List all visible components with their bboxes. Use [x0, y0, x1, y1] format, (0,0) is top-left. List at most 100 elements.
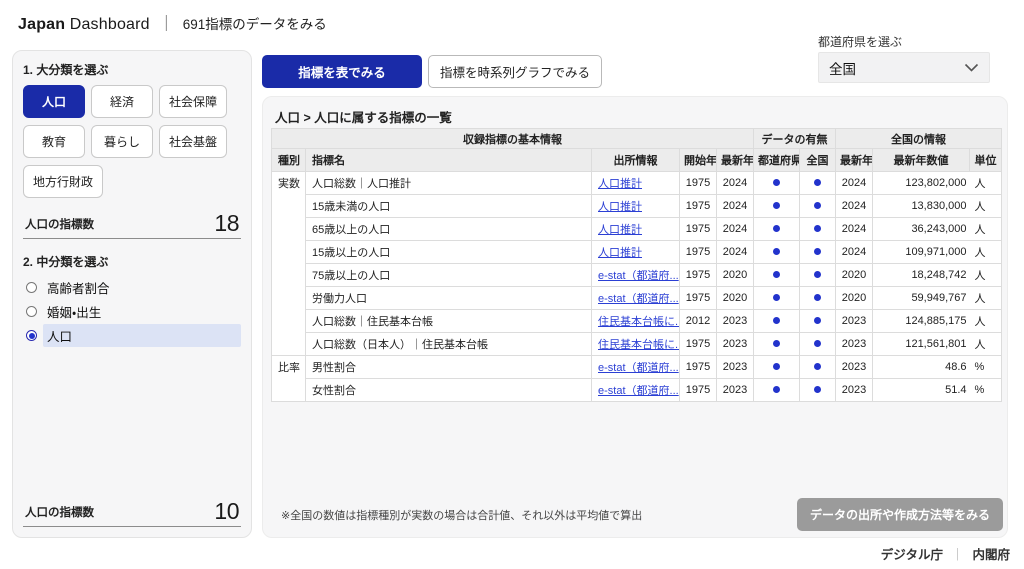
count-value: 18: [214, 212, 239, 235]
main-panel: 人口 > 人口に属する指標の一覧 収録指標の基本情報 データの有無 全国の情報 …: [262, 96, 1008, 538]
source-cell: e-stat（都道府...: [592, 264, 680, 287]
source-link[interactable]: e-stat（都道府...: [598, 293, 679, 305]
source-link[interactable]: e-stat（都道府...: [598, 385, 679, 397]
national-availability-cell: [800, 172, 836, 195]
radio-icon: [26, 330, 37, 341]
table-column-header-row: 種別 指標名 出所情報 開始年 最新年 都道府県 全国 最新年 最新年数値 単位: [272, 149, 1002, 172]
view-tabs: 指標を表でみる 指標を時系列グラフでみる: [262, 55, 602, 88]
prefecture-availability-cell: [754, 379, 800, 402]
national-availability-cell: [800, 310, 836, 333]
brand-name-regular: Dashboard: [70, 16, 150, 33]
latest-value-cell: 109,971,000: [873, 241, 970, 264]
subcategory-radio-高齢者割合[interactable]: 高齢者割合: [23, 277, 241, 298]
national-latest-year-cell: 2023: [836, 379, 873, 402]
major-category-section-label: 1. 大分類を選ぶ: [23, 61, 241, 78]
source-link[interactable]: 住民基本台帳に...: [598, 316, 680, 328]
national-availability-cell: [800, 356, 836, 379]
prefecture-availability-cell: [754, 310, 800, 333]
subcategory-label: 婚姻・出生: [43, 300, 241, 323]
unit-cell: 人: [970, 310, 1002, 333]
subcategory-label: 高齢者割合: [43, 276, 241, 299]
start-year-cell: 1975: [680, 172, 717, 195]
source-cell: 住民基本台帳に...: [592, 333, 680, 356]
latest-year-cell: 2024: [717, 218, 754, 241]
start-year-cell: 1975: [680, 333, 717, 356]
col-header-unit: 単位: [970, 149, 1002, 172]
title-separator: ｜: [158, 16, 174, 33]
tab-timeseries-view[interactable]: 指標を時系列グラフでみる: [428, 55, 602, 88]
sub-category-section-label: 2. 中分類を選ぶ: [23, 253, 241, 270]
prefecture-availability-cell: [754, 264, 800, 287]
brand-name-bold: Japan: [18, 16, 65, 33]
unit-cell: 人: [970, 172, 1002, 195]
prefecture-availability-cell: [754, 172, 800, 195]
table-row: 女性割合e-stat（都道府...19752023202351.4%: [272, 379, 1002, 402]
page-subtitle: 691指標のデータをみる: [183, 17, 327, 32]
table-group-header-row: 収録指標の基本情報 データの有無 全国の情報: [272, 129, 1002, 149]
table-row: 75歳以上の人口e-stat（都道府...19752020202018,248,…: [272, 264, 1002, 287]
source-link[interactable]: e-stat（都道府...: [598, 270, 679, 282]
data-available-dot: [814, 179, 821, 186]
category-button-社会保障[interactable]: 社会保障: [159, 85, 227, 118]
indicator-name-cell: 75歳以上の人口: [306, 264, 592, 287]
unit-cell: 人: [970, 333, 1002, 356]
prefecture-availability-cell: [754, 333, 800, 356]
indicator-name-cell: 人口総数（日本人）｜住民基本台帳: [306, 333, 592, 356]
source-link[interactable]: e-stat（都道府...: [598, 362, 679, 374]
start-year-cell: 1975: [680, 264, 717, 287]
indicator-name-cell: 人口総数｜人口推計: [306, 172, 592, 195]
indicator-name-cell: 15歳未満の人口: [306, 195, 592, 218]
chevron-down-icon: [964, 63, 979, 72]
latest-year-cell: 2024: [717, 172, 754, 195]
latest-year-cell: 2020: [717, 287, 754, 310]
prefecture-availability-cell: [754, 287, 800, 310]
source-link[interactable]: 人口推計: [598, 247, 642, 259]
latest-year-cell: 2023: [717, 356, 754, 379]
source-link[interactable]: 人口推計: [598, 178, 642, 190]
category-button-暮らし[interactable]: 暮らし: [91, 125, 153, 158]
national-latest-year-cell: 2024: [836, 241, 873, 264]
category-button-人口[interactable]: 人口: [23, 85, 85, 118]
source-cell: e-stat（都道府...: [592, 356, 680, 379]
data-source-button[interactable]: データの出所や作成方法等をみる: [797, 498, 1003, 531]
unit-cell: %: [970, 356, 1002, 379]
category-button-経済[interactable]: 経済: [91, 85, 153, 118]
data-available-dot: [814, 225, 821, 232]
indicator-name-cell: 女性割合: [306, 379, 592, 402]
start-year-cell: 1975: [680, 218, 717, 241]
category-button-社会基盤[interactable]: 社会基盤: [159, 125, 227, 158]
indicator-name-cell: 15歳以上の人口: [306, 241, 592, 264]
latest-value-cell: 13,830,000: [873, 195, 970, 218]
indicator-name-cell: 人口総数｜住民基本台帳: [306, 310, 592, 333]
subcategory-radio-婚姻・出生[interactable]: 婚姻・出生: [23, 301, 241, 322]
category-button-教育[interactable]: 教育: [23, 125, 85, 158]
data-available-dot: [814, 271, 821, 278]
latest-year-cell: 2024: [717, 241, 754, 264]
source-cell: e-stat（都道府...: [592, 379, 680, 402]
category-button-地方行財政[interactable]: 地方行財政: [23, 165, 103, 198]
group-header-data-availability: データの有無: [754, 129, 836, 149]
unit-cell: 人: [970, 195, 1002, 218]
col-header-latest-value: 最新年数値: [873, 149, 970, 172]
data-available-dot: [773, 271, 780, 278]
source-link[interactable]: 人口推計: [598, 224, 642, 236]
latest-year-cell: 2024: [717, 195, 754, 218]
source-link[interactable]: 人口推計: [598, 201, 642, 213]
table-row: 15歳未満の人口人口推計19752024202413,830,000人: [272, 195, 1002, 218]
col-header-source: 出所情報: [592, 149, 680, 172]
prefecture-select[interactable]: 全国: [818, 52, 990, 83]
data-available-dot: [773, 386, 780, 393]
subcategory-label: 人口: [43, 324, 241, 347]
col-header-national-latest-year: 最新年: [836, 149, 873, 172]
national-availability-cell: [800, 218, 836, 241]
data-available-dot: [773, 179, 780, 186]
tab-table-view[interactable]: 指標を表でみる: [262, 55, 422, 88]
data-available-dot: [773, 317, 780, 324]
data-available-dot: [814, 386, 821, 393]
data-available-dot: [814, 294, 821, 301]
source-link[interactable]: 住民基本台帳に...: [598, 339, 680, 351]
national-latest-year-cell: 2024: [836, 218, 873, 241]
latest-year-cell: 2023: [717, 379, 754, 402]
data-available-dot: [773, 363, 780, 370]
subcategory-radio-人口[interactable]: 人口: [23, 325, 241, 346]
